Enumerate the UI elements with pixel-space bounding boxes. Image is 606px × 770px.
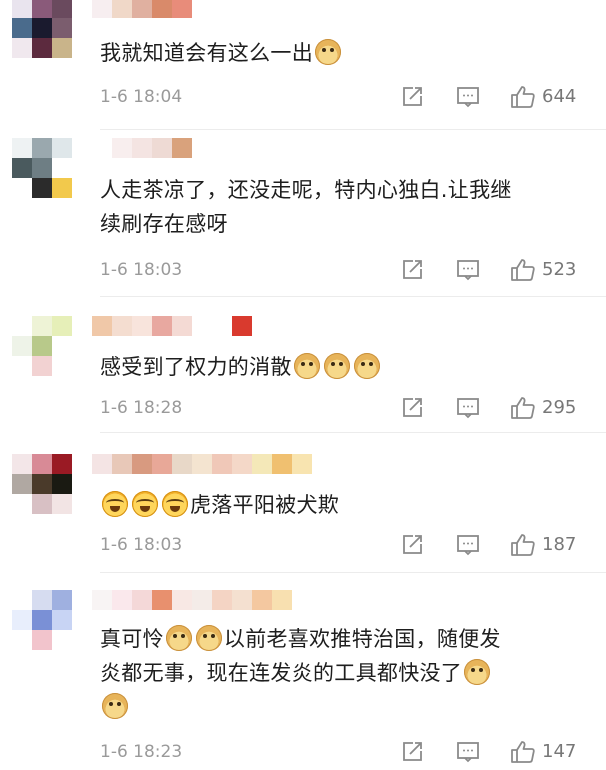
comment-meta: 1-6 18:03 523 bbox=[100, 258, 590, 282]
divider bbox=[100, 129, 606, 130]
comment-text-line: 真可怜 以前老喜欢推特治国，随便发 bbox=[100, 622, 590, 656]
like-count: 147 bbox=[542, 741, 577, 762]
comment-text-segment: 续刷存在感呀 bbox=[100, 212, 228, 236]
comment-meta: 1-6 18:03 187 bbox=[100, 533, 590, 557]
comment-text-segment: 真可怜 bbox=[100, 627, 164, 651]
avatar[interactable] bbox=[12, 590, 76, 654]
doge-emoji-icon bbox=[315, 39, 341, 65]
share-button[interactable] bbox=[400, 396, 424, 420]
like-count: 187 bbox=[542, 534, 577, 555]
timestamp: 1-6 18:03 bbox=[100, 535, 183, 555]
thumbs-up-icon bbox=[510, 740, 536, 764]
share-icon bbox=[400, 85, 424, 109]
comment-text-line bbox=[100, 690, 590, 724]
doge-emoji-icon bbox=[195, 625, 222, 651]
comment-icon bbox=[456, 258, 480, 282]
comment-text: 真可怜 以前老喜欢推特治国，随便发炎都无事，现在连发炎的工具都快没了 bbox=[100, 622, 590, 724]
thumbs-up-icon bbox=[510, 396, 536, 420]
reply-button[interactable] bbox=[456, 533, 480, 557]
comment-text: 人走茶凉了，还没走呢，特内心独白.让我继 续刷存在感呀 bbox=[100, 173, 590, 241]
share-icon bbox=[400, 396, 424, 420]
share-button[interactable] bbox=[400, 258, 424, 282]
comment-text-line: 我就知道会有这么一出 bbox=[100, 36, 590, 70]
like-button[interactable]: 644 bbox=[510, 85, 576, 109]
cry-emoji-icon bbox=[102, 491, 128, 517]
timestamp: 1-6 18:28 bbox=[100, 398, 183, 418]
thumbs-up-icon bbox=[510, 533, 536, 557]
doge-emoji-icon bbox=[165, 625, 192, 651]
share-icon bbox=[400, 258, 424, 282]
comment-text-line: 感受到了权力的消散 bbox=[100, 350, 590, 384]
comment-text-segment: 虎落平阳被犬欺 bbox=[190, 493, 340, 517]
share-button[interactable] bbox=[400, 740, 424, 764]
timestamp: 1-6 18:23 bbox=[100, 742, 183, 762]
comment-text-segment: 以前老喜欢推特治国，随便发 bbox=[223, 627, 501, 651]
divider bbox=[100, 296, 606, 297]
avatar[interactable] bbox=[12, 0, 76, 62]
comment-meta: 1-6 18:28 295 bbox=[100, 396, 590, 420]
thumbs-up-icon bbox=[510, 258, 536, 282]
comment-icon bbox=[456, 85, 480, 109]
avatar[interactable] bbox=[12, 316, 76, 380]
share-icon bbox=[400, 533, 424, 557]
comment-text-line: 续刷存在感呀 bbox=[100, 207, 590, 241]
like-count: 644 bbox=[542, 86, 577, 107]
like-count: 523 bbox=[542, 259, 577, 280]
avatar[interactable] bbox=[12, 138, 76, 202]
like-count: 295 bbox=[542, 397, 577, 418]
reply-button[interactable] bbox=[456, 85, 480, 109]
comment-icon bbox=[456, 740, 480, 764]
timestamp: 1-6 18:04 bbox=[100, 87, 183, 107]
share-icon bbox=[400, 740, 424, 764]
reply-button[interactable] bbox=[456, 396, 480, 420]
doge-emoji-icon bbox=[464, 659, 491, 685]
share-button[interactable] bbox=[400, 85, 424, 109]
timestamp: 1-6 18:03 bbox=[100, 260, 183, 280]
comment-icon bbox=[456, 533, 480, 557]
comment-icon bbox=[456, 396, 480, 420]
doge-emoji-icon bbox=[293, 353, 320, 379]
thumbs-up-icon bbox=[510, 85, 536, 109]
like-button[interactable]: 147 bbox=[510, 740, 576, 764]
avatar[interactable] bbox=[12, 454, 76, 518]
divider bbox=[100, 572, 606, 573]
comment-text-line: 炎都无事，现在连发炎的工具都快没了 bbox=[100, 656, 590, 690]
doge-emoji-icon bbox=[353, 353, 380, 379]
reply-button[interactable] bbox=[456, 258, 480, 282]
like-button[interactable]: 187 bbox=[510, 533, 576, 557]
comment-text-segment: 感受到了权力的消散 bbox=[100, 355, 292, 379]
comment-text: 感受到了权力的消散 bbox=[100, 350, 590, 384]
comment-text-segment: 人走茶凉了，还没走呢，特内心独白.让我继 bbox=[100, 178, 512, 202]
comment-text-segment: 我就知道会有这么一出 bbox=[100, 41, 313, 65]
comment-text-line: 人走茶凉了，还没走呢，特内心独白.让我继 bbox=[100, 173, 590, 207]
reply-button[interactable] bbox=[456, 740, 480, 764]
comment-meta: 1-6 18:04 644 bbox=[100, 85, 590, 109]
divider bbox=[100, 432, 606, 433]
comment-text-line: 虎落平阳被犬欺 bbox=[100, 488, 590, 522]
doge-emoji-icon bbox=[102, 693, 128, 719]
share-button[interactable] bbox=[400, 533, 424, 557]
comment-meta: 1-6 18:23 147 bbox=[100, 740, 590, 764]
comment-text-segment: 炎都无事，现在连发炎的工具都快没了 bbox=[100, 661, 463, 685]
cry-emoji-icon bbox=[132, 491, 158, 517]
comment-text: 虎落平阳被犬欺 bbox=[100, 488, 590, 522]
comment-text: 我就知道会有这么一出 bbox=[100, 36, 590, 70]
like-button[interactable]: 295 bbox=[510, 396, 576, 420]
like-button[interactable]: 523 bbox=[510, 258, 576, 282]
doge-emoji-icon bbox=[323, 353, 350, 379]
cry-emoji-icon bbox=[162, 491, 188, 517]
